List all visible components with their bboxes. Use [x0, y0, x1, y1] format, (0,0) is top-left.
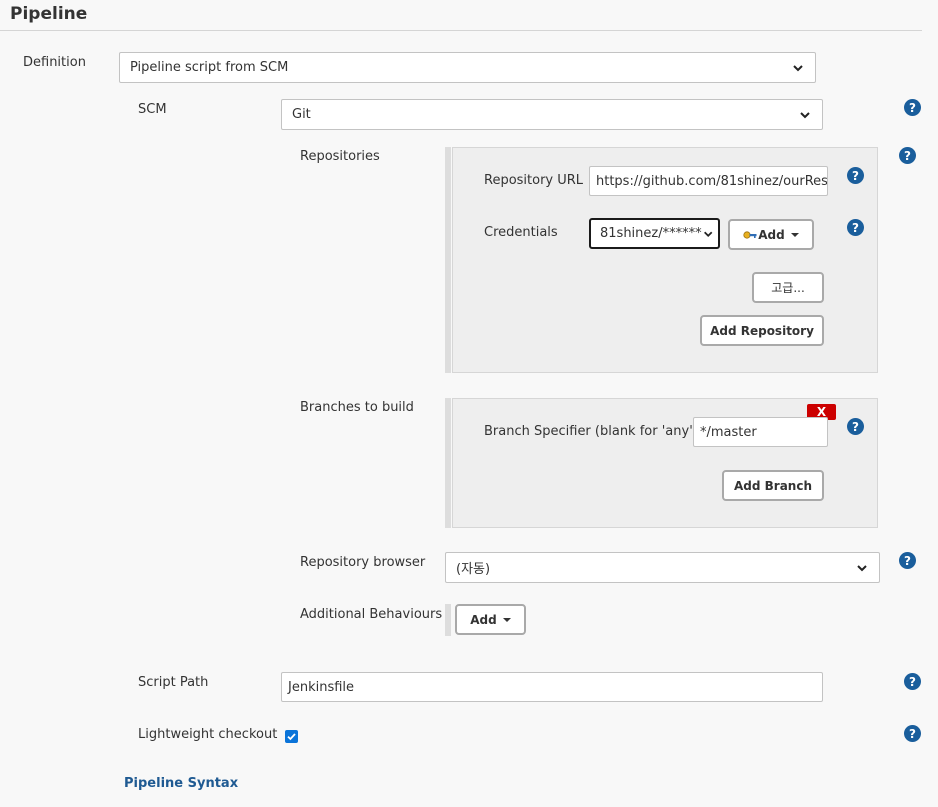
caret-down-icon	[790, 232, 799, 237]
caret-down-icon	[502, 617, 511, 622]
credentials-label: Credentials	[484, 225, 558, 240]
chevron-down-icon	[793, 64, 803, 71]
lightweight-checkout-label: Lightweight checkout	[138, 727, 278, 742]
key-icon	[743, 230, 757, 239]
branch-specifier-label: Branch Specifier (blank for 'any')	[484, 424, 698, 439]
credentials-help-icon[interactable]: ?	[847, 219, 864, 236]
pipeline-syntax-link[interactable]: Pipeline Syntax	[124, 776, 238, 791]
add-branch-button[interactable]: Add Branch	[722, 470, 824, 501]
script-path-label: Script Path	[138, 675, 209, 690]
section-title: Pipeline	[10, 4, 88, 24]
add-credentials-button[interactable]: Add	[728, 219, 814, 250]
script-path-input[interactable]: Jenkinsfile	[281, 672, 823, 702]
definition-label: Definition	[23, 55, 86, 70]
chevron-down-icon	[800, 111, 810, 118]
credentials-select-value: 81shinez/******	[600, 226, 702, 241]
scm-select[interactable]: Git	[281, 99, 823, 130]
script-path-help-icon[interactable]: ?	[904, 673, 921, 690]
additional-behaviours-panel-bar	[445, 604, 451, 636]
chevron-down-icon	[857, 564, 867, 571]
section-divider	[0, 30, 922, 31]
scm-select-value: Git	[292, 107, 311, 122]
repositories-help-icon[interactable]: ?	[899, 147, 916, 164]
branches-panel-bar	[445, 398, 451, 528]
branch-specifier-input[interactable]: */master	[693, 417, 828, 447]
chevron-down-icon	[703, 231, 712, 237]
add-credentials-label: Add	[758, 227, 785, 242]
branch-specifier-help-icon[interactable]: ?	[847, 418, 864, 435]
repositories-label: Repositories	[300, 149, 380, 164]
scm-label: SCM	[138, 102, 167, 117]
repository-browser-select[interactable]: (자동)	[445, 552, 880, 583]
repository-url-label: Repository URL	[484, 173, 584, 188]
repository-browser-help-icon[interactable]: ?	[899, 552, 916, 569]
repository-url-input[interactable]: https://github.com/81shinez/ourRest	[589, 166, 828, 196]
scm-help-icon[interactable]: ?	[904, 99, 921, 116]
branches-label: Branches to build	[300, 400, 414, 415]
add-repository-button[interactable]: Add Repository	[700, 315, 824, 346]
lightweight-checkout-checkbox[interactable]	[285, 730, 298, 743]
lightweight-checkout-help-icon[interactable]: ?	[904, 725, 921, 742]
advanced-button[interactable]: 고급...	[752, 272, 824, 303]
add-behaviour-button[interactable]: Add	[455, 604, 526, 635]
definition-select[interactable]: Pipeline script from SCM	[119, 52, 816, 83]
repository-browser-select-value: (자동)	[456, 562, 491, 577]
additional-behaviours-label: Additional Behaviours	[300, 607, 443, 622]
definition-select-value: Pipeline script from SCM	[130, 60, 289, 75]
add-behaviour-label: Add	[470, 612, 497, 627]
repositories-panel-bar	[445, 147, 451, 373]
credentials-select[interactable]: 81shinez/******	[589, 218, 720, 249]
repository-url-help-icon[interactable]: ?	[847, 167, 864, 184]
checkmark-icon	[287, 733, 296, 741]
repository-browser-label: Repository browser	[300, 555, 426, 570]
